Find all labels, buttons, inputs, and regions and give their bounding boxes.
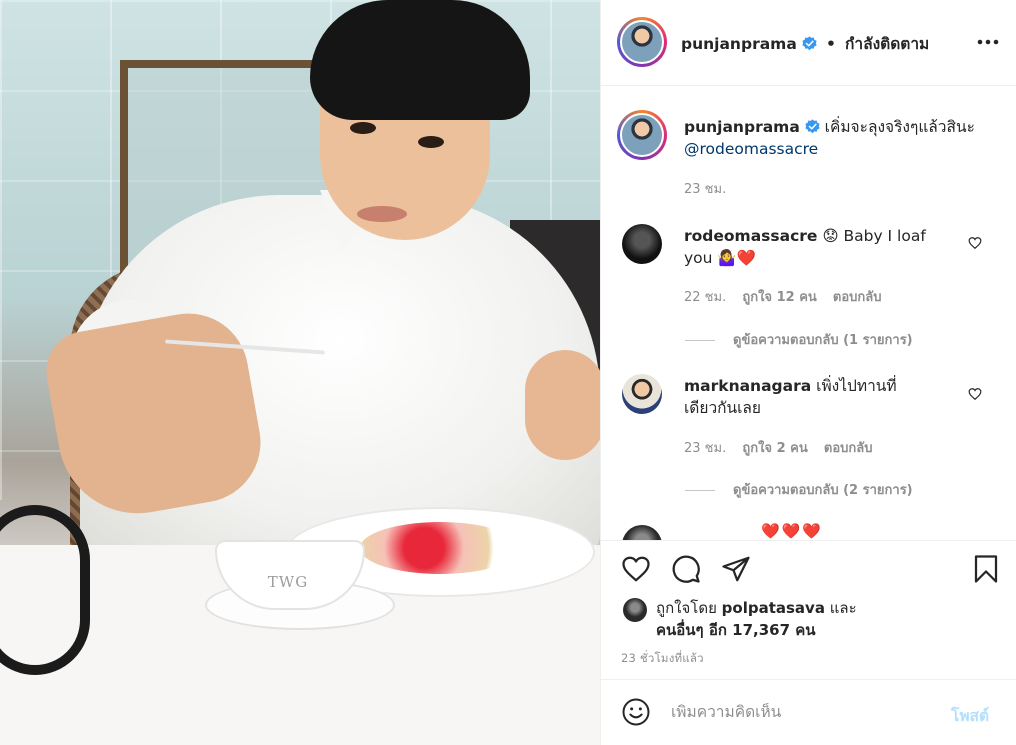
teacup-logo: TWG [267, 573, 309, 591]
likes-joiner: และ [829, 599, 857, 617]
comment-username[interactable]: marknanagara [684, 377, 811, 395]
comment-avatar[interactable] [622, 525, 662, 540]
reply-button[interactable]: ตอบกลับ [824, 441, 873, 456]
comment-likes-count[interactable]: ถูกใจ 12 คน [742, 290, 816, 305]
comment-bubble-icon[interactable] [671, 554, 701, 584]
comment-like-heart-icon[interactable] [968, 236, 982, 250]
comment-avatar[interactable] [622, 224, 662, 264]
caption-mention-link[interactable]: @rodeomassacre [684, 140, 818, 158]
hearts-emoji: ❤️❤️❤️ [761, 522, 824, 540]
smiley-icon[interactable] [621, 697, 651, 727]
comment-text: Baby I loaf [843, 227, 926, 245]
following-button[interactable]: กำลังติดตาม [845, 35, 929, 53]
caption-time[interactable]: 23 ชม. [684, 178, 726, 199]
black-bag-handle [0, 505, 90, 675]
comment-body: marknanagara เพิ่งไปทานที่ เดียวกันเลย [684, 375, 954, 419]
post-comment-button[interactable]: โพสต์ [951, 703, 989, 728]
comment-text-continued: you [684, 249, 713, 267]
comment-meta: 22 ชม. ถูกใจ 12 คน ตอบกลับ [684, 286, 882, 307]
view-replies-label: ดูข้อความตอบกลับ (2 รายการ) [733, 483, 913, 498]
liker-avatar[interactable] [623, 598, 647, 622]
comment-text-continued: เดียวกันเลย [684, 399, 762, 417]
author-avatar-image [620, 20, 664, 64]
hair [310, 0, 530, 120]
comment-likes-count[interactable]: ถูกใจ 2 คน [742, 441, 807, 456]
comment-clipped: ❤️❤️❤️ [601, 520, 1016, 540]
caption-avatar[interactable] [617, 110, 667, 160]
view-replies-button[interactable]: ดูข้อความตอบกลับ (2 รายการ) [685, 479, 913, 500]
post-photo[interactable]: TWG [0, 0, 600, 745]
verified-badge-icon [802, 36, 817, 51]
replies-line [685, 340, 715, 341]
liker-username[interactable]: polpatasava [722, 599, 825, 617]
author-avatar[interactable] [617, 17, 667, 67]
likes-summary: ถูกใจโดย polpatasava และ คนอื่นๆ อีก 17,… [656, 597, 857, 641]
caption-avatar-image [620, 113, 664, 157]
caption-username[interactable]: punjanprama [684, 118, 800, 136]
reply-button[interactable]: ตอบกลับ [833, 290, 882, 305]
post-header: punjanprama • กำลังติดตาม [601, 0, 1016, 86]
paper-plane-icon[interactable] [721, 554, 751, 584]
header-separator: • [825, 35, 836, 53]
view-replies-button[interactable]: ดูข้อความตอบกลับ (1 รายการ) [685, 329, 913, 350]
comment-time[interactable]: 23 ชม. [684, 441, 726, 456]
caption: punjanprama เคิ่มจะลุงจริงๆแล้วสินะ @rod… [684, 116, 1000, 160]
author-username[interactable]: punjanprama [681, 35, 797, 53]
header-line: punjanprama • กำลังติดตาม [681, 31, 929, 56]
comment-meta: 23 ชม. ถูกใจ 2 คน ตอบกลับ [684, 437, 872, 458]
comment-like-heart-icon[interactable] [968, 387, 982, 401]
right-hand [525, 350, 600, 460]
heart-icon[interactable] [621, 554, 651, 584]
replies-line [685, 490, 715, 491]
comment-text: เพิ่งไปทานที่ [816, 377, 897, 395]
post-side-panel: punjanprama • กำลังติดตาม punjanprama เค… [600, 0, 1016, 745]
post-actions [601, 540, 1016, 600]
worried-face-emoji: 😟 [822, 227, 839, 245]
verified-badge-icon [805, 119, 820, 134]
post-timestamp[interactable]: 23 ชั่วโมงที่แล้ว [621, 650, 704, 668]
mouth [357, 206, 407, 222]
more-dots-icon[interactable] [977, 38, 999, 46]
right-eye [418, 136, 444, 148]
likes-others-count[interactable]: คนอื่นๆ อีก 17,367 คน [656, 621, 816, 639]
comment-avatar[interactable] [622, 374, 662, 414]
comment-username[interactable]: rodeomassacre [684, 227, 817, 245]
comment-time[interactable]: 22 ชม. [684, 290, 726, 305]
red-heart-emoji: ❤️ [736, 249, 757, 267]
shrug-emoji: 🤷‍♀️ [717, 249, 737, 267]
left-eye [350, 122, 376, 134]
view-replies-label: ดูข้อความตอบกลับ (1 รายการ) [733, 333, 913, 348]
bookmark-icon[interactable] [971, 554, 1001, 584]
comment-input[interactable] [671, 703, 941, 721]
comment-body: rodeomassacre 😟 Baby I loaf you 🤷‍♀️❤️ [684, 225, 954, 269]
strawberry-dessert [360, 522, 520, 574]
caption-text: เคิ่มจะลุงจริงๆแล้วสินะ [824, 118, 975, 136]
likes-prefix: ถูกใจโดย [656, 599, 717, 617]
